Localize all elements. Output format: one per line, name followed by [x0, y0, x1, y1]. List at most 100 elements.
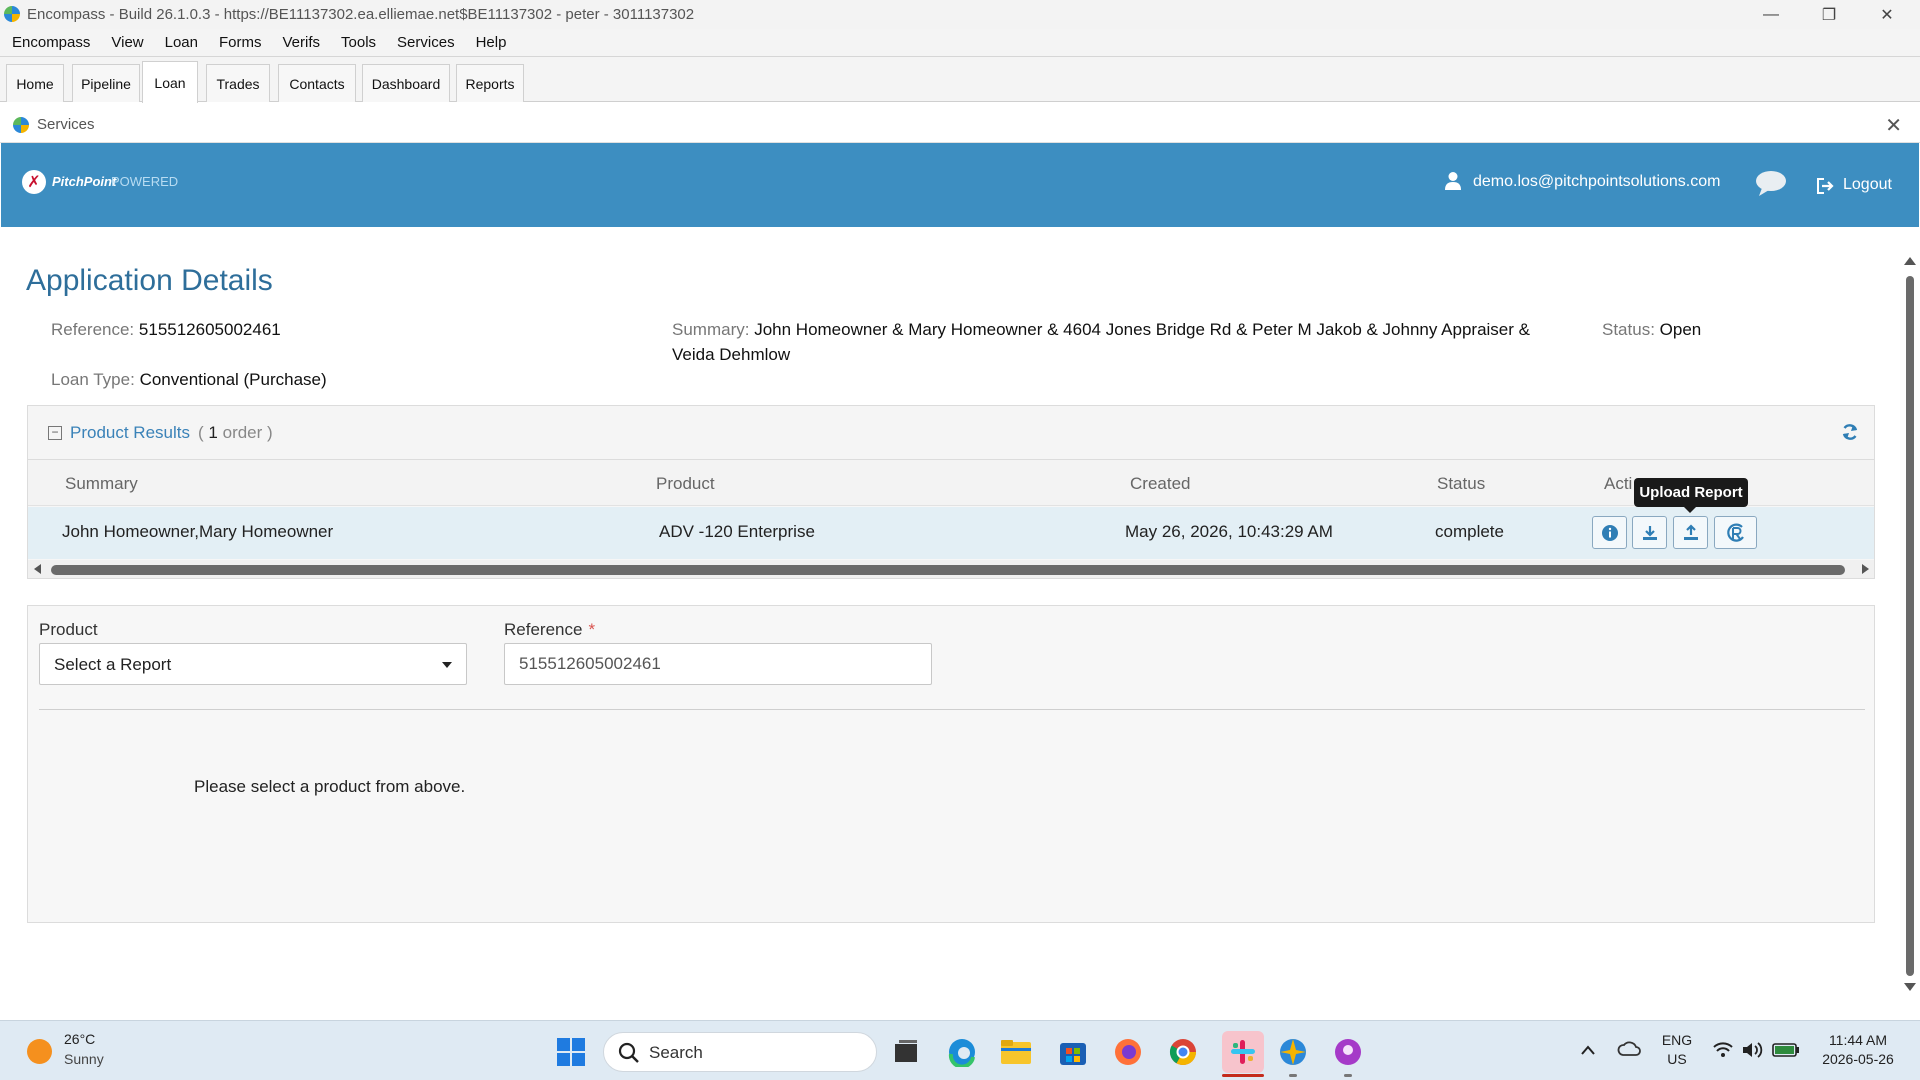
tab-loan[interactable]: Loan — [142, 61, 198, 103]
product-select[interactable]: Select a Report — [39, 643, 467, 685]
services-close-button[interactable]: ✕ — [1885, 113, 1902, 138]
chat-icon[interactable] — [1755, 169, 1787, 197]
edge-browser-icon[interactable] — [946, 1036, 978, 1068]
vertical-scroll-thumb[interactable] — [1906, 276, 1914, 976]
microsoft-store-icon[interactable] — [1057, 1036, 1089, 1068]
volume-icon[interactable] — [1741, 1040, 1765, 1060]
search-icon — [618, 1042, 639, 1063]
count-suffix: order ) — [222, 423, 273, 442]
user-email[interactable]: demo.los@pitchpointsolutions.com — [1473, 173, 1720, 191]
row-summary: John Homeowner,Mary Homeowner — [62, 522, 334, 541]
slack-icon[interactable] — [1222, 1031, 1264, 1073]
status-value: Open — [1659, 320, 1702, 339]
reference-input[interactable] — [504, 643, 932, 685]
column-header-status[interactable]: Status — [1437, 474, 1485, 494]
logout-icon[interactable] — [1816, 177, 1836, 195]
reorder-button[interactable] — [1714, 516, 1757, 549]
pitchpoint-logo-icon: ✗ — [22, 170, 46, 194]
column-header-summary[interactable]: Summary — [65, 474, 138, 494]
minimize-button[interactable]: — — [1742, 0, 1800, 29]
info-icon — [1601, 524, 1618, 541]
taskbar-search-box[interactable]: Search — [603, 1032, 877, 1072]
reference-input-label-text: Reference — [504, 620, 583, 639]
horizontal-scroll-thumb[interactable] — [51, 565, 1845, 575]
collapse-icon[interactable]: − — [48, 426, 62, 440]
required-marker: * — [588, 620, 596, 639]
results-table-header: Summary Product Created Status Acti — [28, 460, 1874, 506]
onedrive-cloud-icon[interactable] — [1617, 1039, 1641, 1059]
info-button[interactable] — [1592, 516, 1627, 549]
purple-app-icon[interactable] — [1332, 1036, 1364, 1068]
table-row[interactable]: John Homeowner,Mary Homeowner ADV -120 E… — [28, 507, 1874, 559]
purple-app-running-indicator — [1344, 1074, 1352, 1077]
tab-dashboard[interactable]: Dashboard — [362, 64, 450, 102]
taskbar-search-label: Search — [649, 1043, 703, 1062]
language-indicator[interactable]: ENG US — [1660, 1031, 1694, 1069]
encompass-running-indicator — [1289, 1074, 1297, 1077]
weather-sun-icon[interactable] — [27, 1039, 52, 1064]
tab-contacts[interactable]: Contacts — [278, 64, 356, 102]
reference-input-label: Reference * — [504, 620, 595, 640]
close-window-button[interactable]: ✕ — [1858, 0, 1916, 29]
tab-reports[interactable]: Reports — [456, 64, 524, 102]
tab-pipeline[interactable]: Pipeline — [72, 64, 140, 102]
menu-forms[interactable]: Forms — [211, 34, 270, 51]
main-tab-bar: Home Pipeline Loan Trades Contacts Dashb… — [0, 57, 1920, 103]
wifi-icon[interactable] — [1712, 1040, 1734, 1060]
row-created: May 26, 2026, 10:43:29 AM — [1125, 522, 1333, 541]
menu-tools[interactable]: Tools — [333, 34, 384, 51]
product-results-count: ( 1 order ) — [198, 423, 273, 443]
row-product: ADV -120 Enterprise — [659, 522, 815, 541]
clock[interactable]: 11:44 AM 2026-05-26 — [1812, 1031, 1904, 1069]
file-explorer-icon[interactable] — [1000, 1036, 1032, 1068]
download-report-button[interactable] — [1632, 516, 1667, 549]
logout-link[interactable]: Logout — [1843, 176, 1892, 194]
refresh-icon[interactable] — [1840, 422, 1860, 442]
encompass-app-icon — [4, 6, 20, 22]
product-results-title[interactable]: Product Results — [70, 423, 190, 443]
menu-help[interactable]: Help — [468, 34, 515, 51]
window-title: Encompass - Build 26.1.0.3 - https://BE1… — [27, 6, 695, 23]
menu-view[interactable]: View — [103, 34, 151, 51]
menu-services[interactable]: Services — [389, 34, 463, 51]
status-field: Status: Open — [1602, 320, 1701, 340]
loan-type-label: Loan Type: — [51, 370, 135, 389]
pitchpoint-header: ✗ PitchPoint POWERED demo.los@pitchpoint… — [1, 143, 1919, 227]
chrome-icon[interactable] — [1167, 1036, 1199, 1068]
count-open-paren: ( — [198, 423, 204, 442]
upload-report-button[interactable] — [1673, 516, 1708, 549]
horizontal-scrollbar[interactable] — [28, 560, 1874, 578]
scroll-right-icon[interactable] — [1860, 564, 1870, 574]
language-line1: ENG — [1661, 1032, 1693, 1048]
task-view-icon[interactable] — [890, 1036, 922, 1068]
column-header-created[interactable]: Created — [1130, 474, 1190, 494]
vertical-scrollbar[interactable] — [1900, 254, 1918, 1000]
product-select-value: Select a Report — [54, 655, 172, 674]
scroll-down-icon[interactable] — [1904, 982, 1916, 992]
reference-value: 515512605002461 — [138, 320, 281, 339]
download-icon — [1642, 525, 1657, 540]
scroll-left-icon[interactable] — [33, 564, 43, 574]
start-button[interactable] — [555, 1036, 587, 1068]
firefox-icon[interactable] — [1112, 1036, 1144, 1068]
menu-loan[interactable]: Loan — [157, 34, 206, 51]
weather-temperature[interactable]: 26°C — [64, 1031, 95, 1047]
summary-field: Summary: John Homeowner & Mary Homeowner… — [672, 320, 1530, 340]
windows-taskbar: 26°C Sunny Search ENG US 11:44 AM 2026-0… — [0, 1020, 1920, 1080]
reference-field: Reference: 515512605002461 — [51, 320, 281, 340]
menu-verifs[interactable]: Verifs — [275, 34, 329, 51]
clock-date: 2026-05-26 — [1822, 1051, 1894, 1067]
product-results-panel: − Product Results ( 1 order ) Summary Pr… — [27, 405, 1875, 579]
scroll-up-icon[interactable] — [1904, 256, 1916, 266]
menu-encompass[interactable]: Encompass — [4, 34, 98, 51]
battery-icon[interactable] — [1772, 1042, 1800, 1058]
restore-button[interactable]: ❐ — [1800, 0, 1858, 29]
tab-trades[interactable]: Trades — [206, 64, 270, 102]
tab-home[interactable]: Home — [6, 64, 64, 102]
weather-description[interactable]: Sunny — [64, 1051, 104, 1067]
window-title-bar: Encompass - Build 26.1.0.3 - https://BE1… — [0, 0, 1920, 29]
column-header-actions: Acti — [1604, 474, 1633, 493]
column-header-product[interactable]: Product — [656, 474, 715, 494]
encompass-taskbar-icon[interactable] — [1277, 1036, 1309, 1068]
chevron-up-icon[interactable] — [1580, 1044, 1596, 1056]
